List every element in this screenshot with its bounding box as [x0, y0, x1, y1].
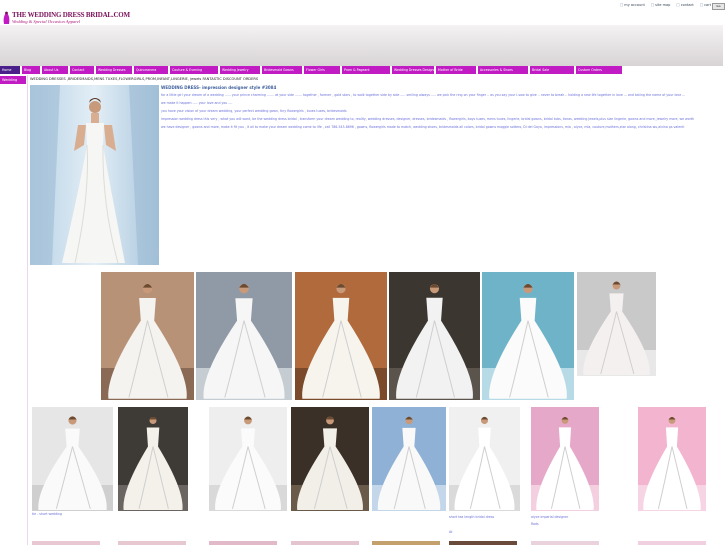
gallery-photo-14[interactable] — [638, 407, 706, 511]
nav-item[interactable]: Wedding Dresses Designer — [392, 66, 434, 74]
gallery-photo-row3[interactable] — [372, 541, 440, 545]
nav-item[interactable]: Couture & Evening — [170, 66, 218, 74]
gallery-photo-9[interactable] — [209, 407, 287, 511]
category-breadcrumb: WEDDING DRESSES ,BRIDESMAIDS,MENS TUXES,… — [30, 77, 259, 81]
gallery-photo-5[interactable] — [482, 272, 574, 400]
gallery-photo-11[interactable] — [372, 407, 446, 511]
nav-item[interactable]: Custom Orders — [576, 66, 622, 74]
nav-item[interactable]: Bridal Sale — [530, 66, 574, 74]
description-paragraph-3: you have your vision of your dream weddi… — [161, 109, 347, 113]
description-paragraph-4: impression wedding dress this very , wha… — [161, 117, 695, 121]
search-button[interactable]: Go — [712, 3, 725, 10]
gallery-photo-row3[interactable] — [209, 541, 277, 545]
nav-item[interactable]: Bridesmaid Gowns — [262, 66, 302, 74]
nav-item[interactable]: Contact — [70, 66, 94, 74]
caption-alyce-sub[interactable]: Rods — [531, 522, 539, 526]
gallery-photo-row3[interactable] — [638, 541, 706, 545]
main-dress-photo[interactable] — [30, 85, 159, 265]
nav-item[interactable]: Accessories & Shoes — [478, 66, 528, 74]
gallery-photo-row3[interactable] — [32, 541, 100, 545]
description-paragraph-1: for a little girl your dream of a weddin… — [161, 93, 686, 97]
gallery-photo-12[interactable] — [449, 407, 520, 511]
header-banner — [0, 25, 723, 66]
main-nav: Home Blog About Us Contact Wedding Dresses Qu… — [0, 66, 727, 74]
gallery-photo-row3[interactable] — [291, 541, 359, 545]
nav-item[interactable]: Blog — [22, 66, 40, 74]
site-tagline: Wedding & Special Occasion Apparel — [12, 19, 81, 24]
nav-item[interactable]: Quinceanera — [134, 66, 168, 74]
gallery-photo-6[interactable] — [577, 272, 656, 376]
caption-alyce[interactable]: alyce imperial designer — [531, 515, 568, 519]
caption-tea-length-sub[interactable]: At — [449, 530, 452, 534]
nav-item[interactable]: Flower Girls — [304, 66, 340, 74]
gallery-photo-13[interactable] — [531, 407, 599, 511]
top-link-sitemap[interactable]: site map — [651, 3, 670, 7]
gallery-photo-10[interactable] — [291, 407, 369, 511]
gallery-photo-row3[interactable] — [531, 541, 599, 545]
gallery-photo-4[interactable] — [389, 272, 480, 400]
description-paragraph-2: we make it happen ..... your love and yo… — [161, 101, 233, 105]
sidebar-divider — [27, 75, 28, 545]
sidebar-nav-button[interactable]: Wedding — [0, 76, 26, 84]
nav-item[interactable]: Home — [0, 66, 20, 74]
nav-item[interactable]: Wedding Jewelry — [220, 66, 260, 74]
gallery-photo-8[interactable] — [118, 407, 188, 511]
nav-item[interactable]: About Us — [42, 66, 68, 74]
gallery-photo-row3[interactable] — [118, 541, 186, 545]
nav-item[interactable]: Mother of Bride — [436, 66, 476, 74]
nav-item[interactable]: Prom & Pageant — [342, 66, 390, 74]
top-links: my account site map contact cart — [620, 3, 711, 7]
description-paragraph-5: we have designer , gowns and more, make … — [161, 125, 685, 129]
nav-item[interactable]: Wedding Dresses — [96, 66, 132, 74]
gallery-photo-7[interactable] — [32, 407, 113, 511]
caption-short-wedding[interactable]: tie - short wedding — [32, 512, 62, 516]
top-link-account[interactable]: my account — [620, 3, 645, 7]
gallery-photo-3[interactable] — [295, 272, 387, 400]
product-title: WEDDING DRESS- impression designer style… — [161, 85, 277, 90]
gallery-photo-row3[interactable] — [449, 541, 517, 545]
caption-tea-length[interactable]: short tea length bridal dress — [449, 515, 494, 519]
logo-icon — [2, 10, 11, 24]
gallery-photo-1[interactable] — [101, 272, 194, 400]
top-link-contact[interactable]: contact — [676, 3, 694, 7]
top-link-cart[interactable]: cart — [700, 3, 711, 7]
site-logo[interactable]: THE WEDDING DRESS BRIDAL.COM — [12, 11, 130, 19]
gallery-photo-2[interactable] — [196, 272, 292, 400]
